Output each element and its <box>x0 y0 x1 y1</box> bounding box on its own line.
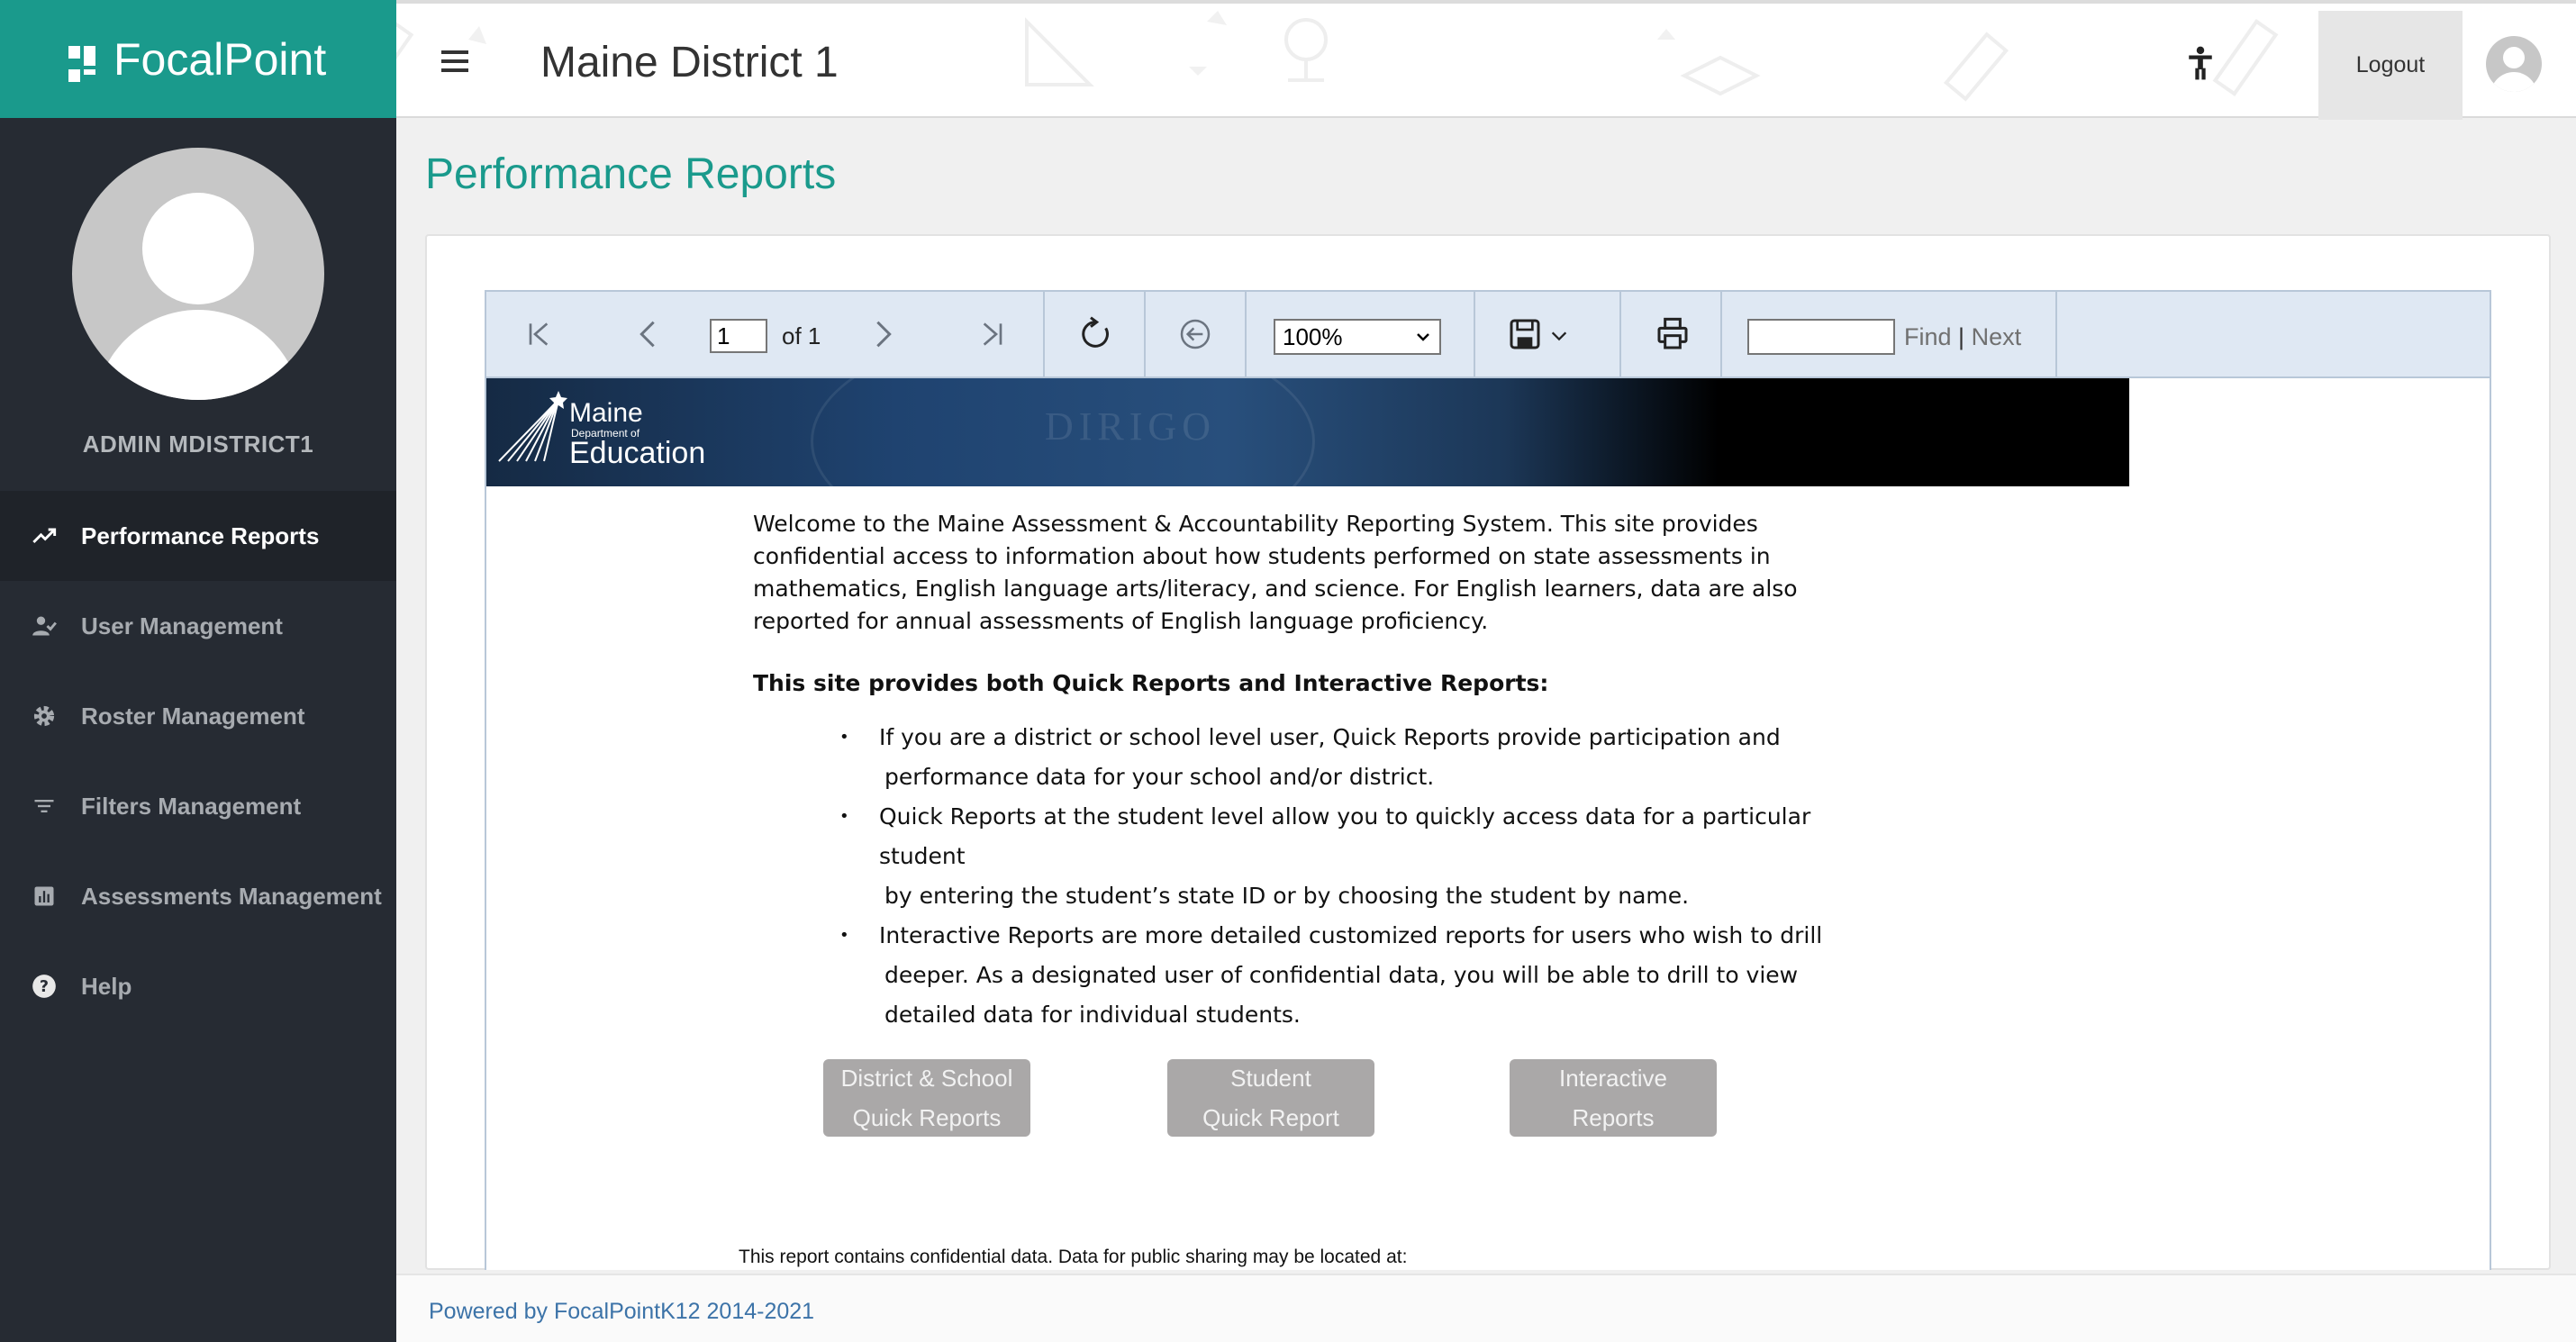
refresh-icon[interactable] <box>1076 315 1114 353</box>
top-header: Maine District 1 Logout <box>396 0 2576 120</box>
page-footer: Powered by FocalPointK12 2014-2021 <box>396 1274 2576 1342</box>
trending-up-icon <box>31 522 58 549</box>
page-number-input[interactable] <box>710 319 767 353</box>
zoom-value: 100% <box>1283 322 1343 350</box>
maine-doe-banner: DIRIGO Maine Department of Education <box>486 378 2129 486</box>
sidebar: FocalPoint ADMIN MDISTRICT1 Performance … <box>0 0 396 1342</box>
bullet-line: performance data for your school and/or … <box>884 764 1435 790</box>
previous-page-icon[interactable] <box>629 315 667 353</box>
district-school-quick-reports-button[interactable]: District & School Quick Reports <box>823 1059 1030 1137</box>
button-label: Quick Report <box>1202 1104 1339 1131</box>
sidebar-item-roster-management[interactable]: Roster Management <box>0 671 396 761</box>
next-page-icon[interactable] <box>865 315 903 353</box>
first-page-icon[interactable] <box>521 315 558 353</box>
button-label: Quick Reports <box>852 1104 1002 1131</box>
menu-toggle-button[interactable] <box>441 50 468 77</box>
report-toolbar: of 1 100% Find | Next <box>486 292 2490 378</box>
district-title: Maine District 1 <box>540 39 839 86</box>
last-page-icon[interactable] <box>973 315 1011 353</box>
powered-by-text: Powered by FocalPointK12 2014-2021 <box>429 1299 815 1324</box>
bullet-line: detailed data for individual students. <box>884 1002 1301 1028</box>
intro-paragraph: Welcome to the Maine Assessment & Accoun… <box>753 511 1798 634</box>
sidebar-item-user-management[interactable]: User Management <box>0 581 396 671</box>
button-label: Student <box>1230 1065 1311 1092</box>
sidebar-item-label: User Management <box>81 612 283 639</box>
logo-maine: Maine <box>569 398 643 428</box>
star-lines-icon <box>498 391 567 462</box>
brand-logo[interactable]: FocalPoint <box>0 0 396 118</box>
interactive-reports-button[interactable]: Interactive Reports <box>1510 1059 1717 1137</box>
filter-icon <box>31 793 58 820</box>
user-avatar[interactable] <box>2486 36 2542 92</box>
svg-text:?: ? <box>40 978 49 996</box>
zoom-select[interactable]: 100% <box>1274 319 1441 355</box>
seal-motto: DIRIGO <box>1045 404 1216 449</box>
export-chevron-icon[interactable] <box>1547 324 1571 348</box>
report-viewer: of 1 100% Find | Next DIRIGO <box>485 290 2491 1270</box>
student-quick-report-button[interactable]: Student Quick Report <box>1167 1059 1374 1137</box>
profile-avatar <box>72 148 324 400</box>
gear-icon <box>31 703 58 730</box>
grid-icon <box>68 45 95 82</box>
back-icon[interactable] <box>1176 315 1214 353</box>
sidebar-item-help[interactable]: ? Help <box>0 941 396 1031</box>
button-label: Interactive <box>1559 1065 1667 1092</box>
next-link[interactable]: Next <box>1972 323 2022 350</box>
print-icon[interactable] <box>1654 315 1692 353</box>
sidebar-item-label: Performance Reports <box>81 521 320 549</box>
bar-chart-icon <box>31 883 58 910</box>
report-subheading: This site provides both Quick Reports an… <box>753 670 1549 696</box>
list-item: Quick Reports at the student level allow… <box>753 797 1861 916</box>
chevron-down-icon <box>1417 333 1429 341</box>
bullet-line: by entering the student’s state ID or by… <box>884 883 1690 909</box>
sidebar-item-assessments-management[interactable]: Assessments Management <box>0 851 396 941</box>
sidebar-nav: Performance Reports User Management Rost… <box>0 491 396 1031</box>
username: ADMIN MDISTRICT1 <box>82 431 314 458</box>
page-title: Performance Reports <box>425 150 837 198</box>
sidebar-item-performance-reports[interactable]: Performance Reports <box>0 491 396 581</box>
button-label: District & School <box>840 1065 1013 1092</box>
report-buttons: District & School Quick Reports Student … <box>823 1059 1994 1140</box>
sidebar-item-label: Filters Management <box>81 792 302 820</box>
bullet-line: If you are a district or school level us… <box>879 724 1781 750</box>
find-links: Find | Next <box>1904 323 2021 351</box>
page-count-label: of 1 <box>782 322 821 349</box>
report-content: Welcome to the Maine Assessment & Accoun… <box>753 508 1924 1035</box>
bullet-line: deeper. As a designated user of confiden… <box>884 962 1799 988</box>
confidential-note: This report contains confidential data. … <box>739 1247 1408 1267</box>
find-input[interactable] <box>1747 319 1895 355</box>
logo-education: Education <box>569 436 706 470</box>
find-separator: | <box>1958 323 1965 350</box>
list-item: If you are a district or school level us… <box>753 718 1861 797</box>
bullet-line: Interactive Reports are more detailed cu… <box>879 922 1823 948</box>
sidebar-item-filters-management[interactable]: Filters Management <box>0 761 396 851</box>
accessibility-icon[interactable] <box>2185 45 2216 81</box>
button-label: Reports <box>1572 1104 1655 1131</box>
bullet-line: Quick Reports at the student level allow… <box>879 803 1811 869</box>
list-item: Interactive Reports are more detailed cu… <box>753 916 1861 1035</box>
help-circle-icon: ? <box>31 973 58 1000</box>
sidebar-item-label: Assessments Management <box>81 882 382 910</box>
sidebar-item-label: Help <box>81 972 132 1000</box>
maine-doe-logo: Maine Department of Education <box>495 385 712 476</box>
sidebar-item-label: Roster Management <box>81 702 305 730</box>
logout-button[interactable]: Logout <box>2318 11 2463 120</box>
brand-name: FocalPoint <box>113 33 327 85</box>
find-link[interactable]: Find <box>1904 323 1952 350</box>
save-icon[interactable] <box>1506 315 1544 353</box>
report-bullet-list: If you are a district or school level us… <box>753 718 1924 1035</box>
user-check-icon <box>31 612 58 639</box>
